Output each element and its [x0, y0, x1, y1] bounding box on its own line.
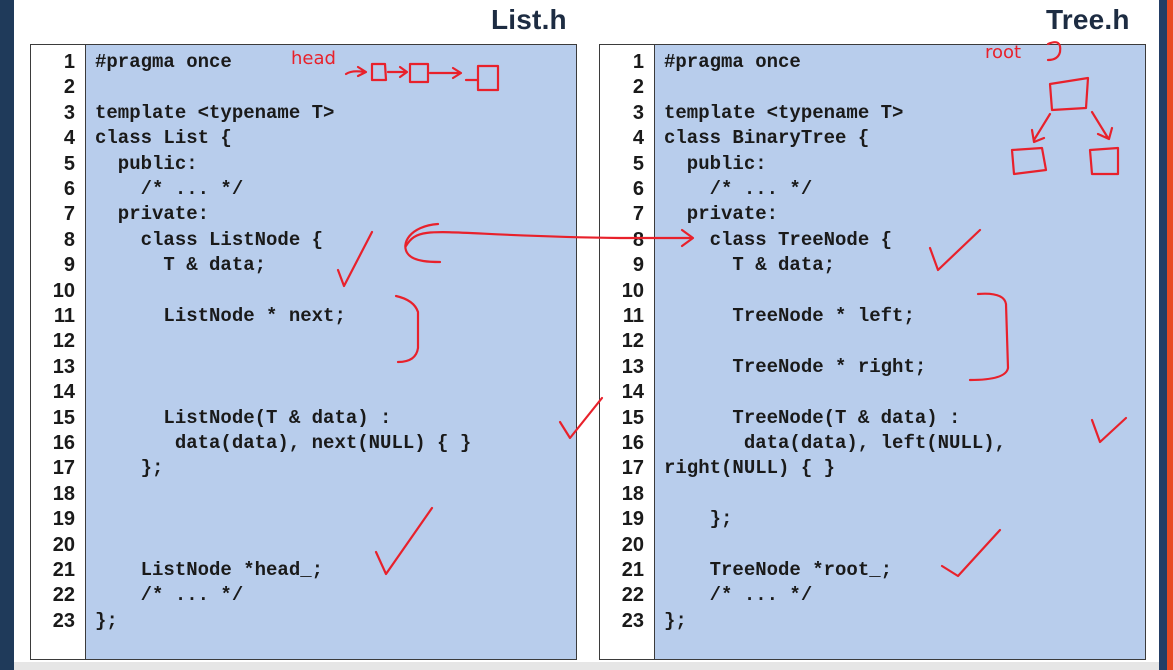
line-number: 20 — [621, 533, 644, 556]
line-number: 19 — [52, 508, 75, 531]
code-line: class List { — [95, 127, 232, 150]
code-line: /* ... */ — [664, 584, 813, 607]
line-number: 20 — [52, 533, 75, 556]
line-number: 9 — [63, 254, 75, 277]
code-line: }; — [95, 457, 164, 480]
line-number: 13 — [621, 355, 644, 378]
code-line: ListNode * next; — [95, 305, 346, 327]
line-number: 14 — [621, 381, 644, 404]
code-line: TreeNode(T & data) : — [664, 406, 961, 429]
code-line: #pragma once — [95, 51, 232, 73]
line-number: 10 — [52, 279, 75, 302]
line-number: 18 — [621, 482, 644, 505]
code-line: }; — [95, 609, 118, 632]
line-number: 6 — [632, 178, 644, 200]
line-number: 3 — [632, 101, 644, 124]
line-number: 8 — [63, 228, 75, 251]
list-code-panel: 1 2 3 4 5 6 7 8 9 10 11 12 13 14 15 16 17 18 19 20 21 22 23 #p… — [30, 44, 577, 660]
line-number: 2 — [632, 76, 644, 99]
line-number: 21 — [621, 559, 644, 581]
line-number: 15 — [621, 406, 644, 429]
code-line: TreeNode * right; — [664, 355, 927, 378]
line-number: 23 — [52, 609, 75, 632]
line-number: 22 — [52, 584, 75, 607]
line-number: 23 — [621, 609, 644, 632]
code-line: /* ... */ — [664, 178, 813, 200]
right-accent-bar — [1167, 0, 1173, 670]
line-number: 12 — [621, 330, 644, 353]
line-number-gutter: 1 2 3 4 5 6 7 8 9 10 11 12 13 14 15 16 17 18 19 20 21 22 23 — [600, 45, 655, 659]
code-line: T & data; — [664, 254, 836, 277]
code-line: public: — [95, 152, 198, 175]
line-number: 2 — [63, 76, 75, 99]
line-number: 17 — [52, 457, 75, 480]
code-line: }; — [664, 609, 687, 632]
line-number: 21 — [52, 559, 75, 581]
code-line: }; — [664, 508, 733, 531]
code-line: /* ... */ — [95, 178, 244, 200]
tree-file-title: Tree.h — [1046, 4, 1130, 35]
code-line: class BinaryTree { — [664, 127, 870, 150]
line-number: 16 — [52, 432, 75, 454]
line-number: 6 — [63, 178, 75, 200]
line-number: 11 — [622, 305, 644, 327]
line-number: 22 — [621, 584, 644, 607]
code-line: private: — [95, 203, 210, 226]
line-number: 10 — [621, 279, 644, 302]
line-number: 12 — [52, 330, 75, 353]
line-number: 1 — [63, 51, 75, 73]
line-number: 11 — [53, 305, 75, 327]
line-number: 5 — [63, 152, 75, 175]
line-number: 4 — [632, 127, 644, 150]
line-number: 18 — [52, 482, 75, 505]
code-line: #pragma once — [664, 51, 801, 73]
code-line: TreeNode * left; — [664, 305, 915, 327]
code-line: private: — [664, 203, 779, 226]
code-line: TreeNode *root_; — [664, 559, 893, 581]
code-line: class ListNode { — [95, 228, 324, 251]
line-number: 4 — [63, 127, 75, 150]
line-number: 3 — [63, 101, 75, 124]
line-number: 14 — [52, 381, 75, 404]
code-line: template <typename T> — [664, 101, 904, 124]
code-line: template <typename T> — [95, 101, 335, 124]
line-number: 9 — [632, 254, 644, 277]
code-line: public: — [664, 152, 767, 175]
line-number: 17 — [621, 457, 644, 480]
line-number: 13 — [52, 355, 75, 378]
code-line: ListNode *head_; — [95, 559, 324, 581]
code-line: data(data), left(NULL), — [664, 432, 1007, 454]
tree-code-panel: 1 2 3 4 5 6 7 8 9 10 11 12 13 14 15 16 17 18 19 20 21 22 23 #p… — [599, 44, 1146, 660]
list-file-title: List.h — [491, 4, 567, 35]
line-number: 7 — [632, 203, 644, 226]
code-line: /* ... */ — [95, 584, 244, 607]
code-line: right(NULL) { } — [664, 457, 836, 480]
line-number: 5 — [632, 152, 644, 175]
line-number: 8 — [632, 228, 644, 251]
code-line: ListNode(T & data) : — [95, 406, 392, 429]
line-number: 15 — [52, 406, 75, 429]
line-number: 7 — [63, 203, 75, 226]
line-number: 16 — [621, 432, 644, 454]
code-line: data(data), next(NULL) { } — [95, 432, 472, 454]
right-edge-bar — [1159, 0, 1167, 670]
line-number: 1 — [632, 51, 644, 73]
left-edge-bar — [0, 0, 14, 670]
line-number-gutter: 1 2 3 4 5 6 7 8 9 10 11 12 13 14 15 16 17 18 19 20 21 22 23 — [31, 45, 86, 659]
line-number: 19 — [621, 508, 644, 531]
bottom-strip — [14, 662, 1159, 670]
code-line: class TreeNode { — [664, 228, 893, 251]
code-line: T & data; — [95, 254, 267, 277]
